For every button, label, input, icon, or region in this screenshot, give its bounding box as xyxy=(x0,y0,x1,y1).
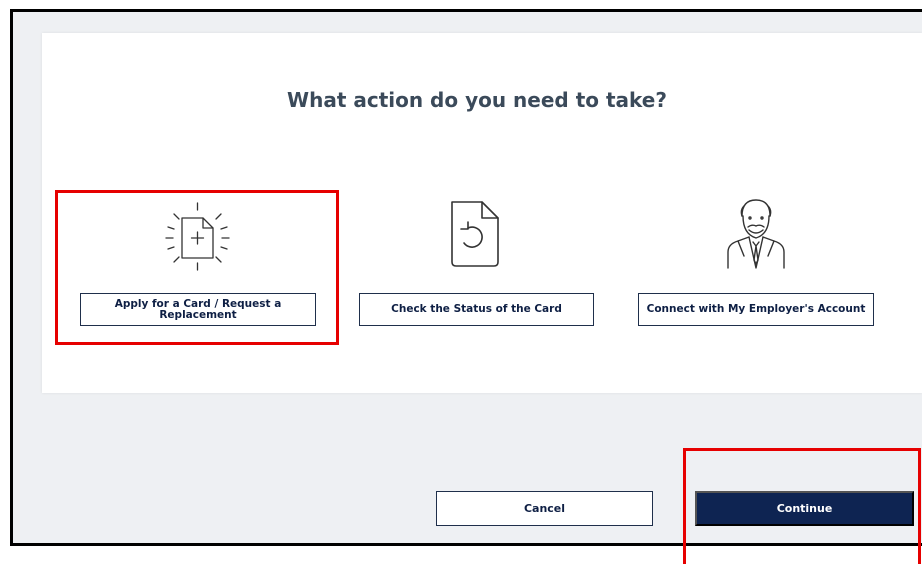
apply-for-card-button[interactable]: Apply for a Card / Request a Replacement xyxy=(80,293,316,326)
connect-employer-button[interactable]: Connect with My Employer's Account xyxy=(638,293,874,326)
check-status-button[interactable]: Check the Status of the Card xyxy=(359,293,594,326)
document-refresh-icon xyxy=(451,201,499,267)
new-document-icon xyxy=(165,202,230,271)
page-title: What action do you need to take? xyxy=(287,88,667,112)
continue-button[interactable]: Continue xyxy=(695,491,914,526)
businessman-icon xyxy=(727,199,785,269)
cancel-button[interactable]: Cancel xyxy=(436,491,653,526)
